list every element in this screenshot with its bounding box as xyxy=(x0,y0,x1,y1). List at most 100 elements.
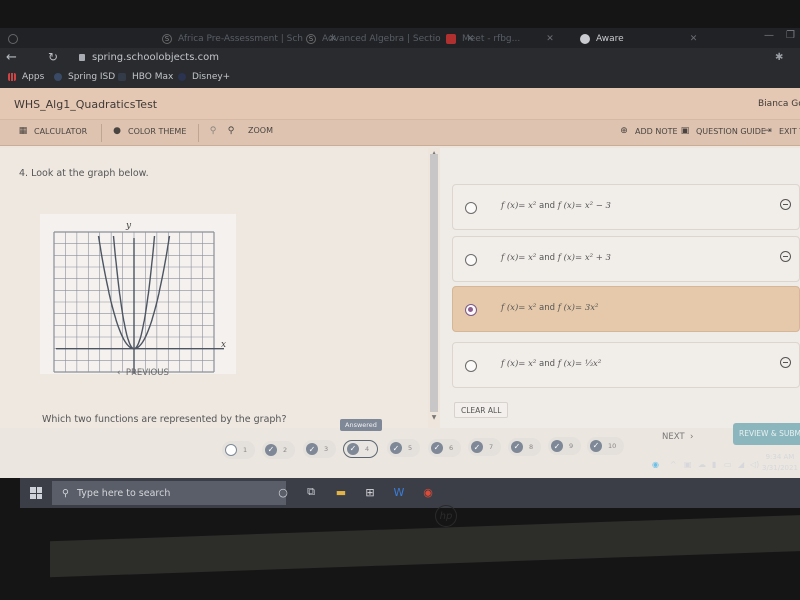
reload-icon[interactable]: ↻ xyxy=(48,50,58,64)
minimize-icon[interactable]: — xyxy=(764,30,774,41)
question-nav-pill[interactable]: ✓ 6 xyxy=(428,438,462,457)
radio-button-selected[interactable] xyxy=(465,304,477,316)
volume-icon[interactable]: ◁) xyxy=(750,460,759,469)
question-nav-pill[interactable]: ✓ 10 xyxy=(587,436,625,455)
scroll-down-arrow-icon[interactable]: ▼ xyxy=(430,414,438,421)
clear-all-button[interactable]: CLEAR ALL xyxy=(454,402,509,418)
zoom-out-icon: ⚲ xyxy=(209,126,217,136)
eliminate-option-icon[interactable] xyxy=(780,199,791,210)
question-nav-pill[interactable]: ✓ 9 xyxy=(548,437,582,455)
browser-tab[interactable]: Meet - rfbg... ✕ xyxy=(446,30,554,48)
store-icon[interactable]: ⊞ xyxy=(363,485,377,499)
review-submit-button[interactable]: REVIEW & SUBMI xyxy=(733,423,800,445)
question-nav-pill[interactable]: ✓ 7 xyxy=(468,438,502,456)
answer-option-b[interactable]: f (x)= x² and f (x)= x² + 3 xyxy=(452,236,800,282)
function-2: f (x)= 3x² xyxy=(557,303,599,313)
graph-svg: y x xyxy=(53,221,226,376)
question-nav-pill[interactable]: 1 xyxy=(222,441,256,459)
bookmark-disney[interactable]: Disney+ xyxy=(178,72,230,82)
option-text: f (x)= x² and f (x)= x² + 3 xyxy=(501,253,611,263)
radio-button[interactable] xyxy=(465,202,477,214)
radio-button[interactable] xyxy=(465,360,477,372)
close-tab-icon[interactable]: ✕ xyxy=(546,34,554,44)
previous-button[interactable]: ‹ PREVIOUS xyxy=(117,368,169,378)
apps-grid-icon xyxy=(8,73,16,81)
file-explorer-icon[interactable]: ▬ xyxy=(334,485,348,499)
x-axis-label: x xyxy=(221,340,226,350)
question-title: 4. Look at the graph below. xyxy=(19,168,149,179)
user-name[interactable]: Bianca Gon xyxy=(758,99,800,109)
toolbar-divider xyxy=(101,124,102,142)
function-1: f (x)= x² xyxy=(501,359,537,369)
answered-check-icon: ✓ xyxy=(265,443,277,456)
cortana-icon[interactable]: ○ xyxy=(276,485,290,499)
url-field[interactable]: spring.schoolobjects.com xyxy=(92,52,219,63)
close-tab-icon[interactable]: ✕ xyxy=(690,34,698,44)
screen-photo: S Africa Pre-Assessment | Sch ✕ S Advanc… xyxy=(0,0,800,600)
question-nav-pill[interactable]: ✓ 4 xyxy=(343,439,379,458)
tab-label: Africa Pre-Assessment | Sch xyxy=(178,34,303,44)
task-view-icon[interactable]: ⧉ xyxy=(304,485,318,499)
zoom-in-button[interactable]: ⚲ xyxy=(226,126,236,136)
radio-button[interactable] xyxy=(465,254,477,266)
answered-check-icon: ✓ xyxy=(390,442,402,454)
taskbar-search[interactable]: ⚲ Type here to search xyxy=(52,481,286,505)
extension-puzzle-icon[interactable]: ✱ xyxy=(775,52,783,63)
clock-date: 3/31/2021 xyxy=(762,464,798,472)
camera-icon[interactable]: ▣ xyxy=(684,460,692,469)
calculator-button[interactable]: ▦ CALCULATOR xyxy=(18,126,87,136)
word-icon[interactable]: W xyxy=(392,485,406,499)
bookmark-icon xyxy=(54,73,62,81)
exit-button[interactable]: ⇥ EXIT T xyxy=(763,126,800,136)
question-nav-pill[interactable]: ✓ 5 xyxy=(387,439,421,457)
eliminate-option-icon[interactable] xyxy=(780,251,791,262)
question-guide-label: QUESTION GUIDE xyxy=(696,126,766,136)
browser-tab-active[interactable]: Aware ✕ xyxy=(580,30,697,48)
question-guide-button[interactable]: ▣ QUESTION GUIDE xyxy=(680,126,766,136)
calculator-icon: ▦ xyxy=(18,126,28,136)
question-nav-pill[interactable]: ✓ 8 xyxy=(508,437,542,456)
taskbar-clock[interactable]: 9:34 AM 3/31/2021 xyxy=(762,452,798,474)
function-1: f (x)= x² xyxy=(501,253,537,263)
back-arrow-icon[interactable]: ← xyxy=(6,50,17,65)
windows-taskbar: ⚲ Type here to search ○ ⧉ ▬ ⊞ W ◉ xyxy=(20,478,800,508)
question-nav-pill[interactable]: ✓ 2 xyxy=(262,440,296,459)
answer-option-c[interactable]: f (x)= x² and f (x)= 3x² xyxy=(452,286,800,332)
wifi-icon[interactable]: ◢ xyxy=(738,460,744,469)
show-hidden-icons-icon[interactable]: ^ xyxy=(670,460,677,469)
eliminate-option-icon[interactable] xyxy=(780,357,791,368)
question-number: 3 xyxy=(324,445,329,453)
zoom-out-button[interactable]: ⚲ xyxy=(208,126,218,136)
browser-tab[interactable] xyxy=(8,30,18,48)
zoom-label: ZOOM xyxy=(248,126,273,135)
bookmark-label: HBO Max xyxy=(132,72,174,82)
and-text: and xyxy=(539,359,556,369)
question-number: 10 xyxy=(608,441,617,450)
bookmark-hbo-max[interactable]: HBO Max xyxy=(118,72,173,82)
question-nav-pill[interactable]: ✓ 3 xyxy=(303,440,337,458)
maximize-icon[interactable]: ❐ xyxy=(786,30,795,41)
windows-start-icon[interactable] xyxy=(30,487,42,499)
battery-icon[interactable]: ▭ xyxy=(724,460,732,469)
option-text: f (x)= x² and f (x)= ⅓x² xyxy=(501,359,601,369)
next-button[interactable]: NEXT › xyxy=(662,432,693,442)
microphone-icon[interactable]: ▮ xyxy=(712,460,716,469)
function-1: f (x)= x² xyxy=(501,201,537,211)
answer-option-d[interactable]: f (x)= x² and f (x)= ⅓x² xyxy=(452,342,800,388)
chrome-icon[interactable]: ◉ xyxy=(421,485,435,499)
exit-label: EXIT T xyxy=(779,126,800,136)
pane-scrollbar[interactable] xyxy=(430,154,438,412)
color-theme-button[interactable]: ● COLOR THEME xyxy=(112,126,186,136)
onedrive-icon[interactable]: ☁ xyxy=(698,460,706,469)
question-pane: 4. Look at the graph below. y x Which tw… xyxy=(0,148,428,428)
bookmark-spring-isd[interactable]: Spring ISD xyxy=(54,72,115,82)
exit-icon: ⇥ xyxy=(764,126,772,136)
answer-option-a[interactable]: f (x)= x² and f (x)= x² − 3 xyxy=(452,184,800,230)
add-note-label: ADD NOTE xyxy=(635,126,678,136)
bookmark-apps[interactable]: Apps xyxy=(8,72,44,82)
app-toolbar: ▦ CALCULATOR ● COLOR THEME ⚲ ⚲ ZOOM ⊕ AD… xyxy=(0,120,800,146)
schoolobjects-icon: S xyxy=(162,34,172,44)
add-note-button[interactable]: ⊕ ADD NOTE xyxy=(619,126,678,136)
laptop-bezel xyxy=(50,514,800,578)
help-icon[interactable]: ◉ xyxy=(652,460,659,469)
